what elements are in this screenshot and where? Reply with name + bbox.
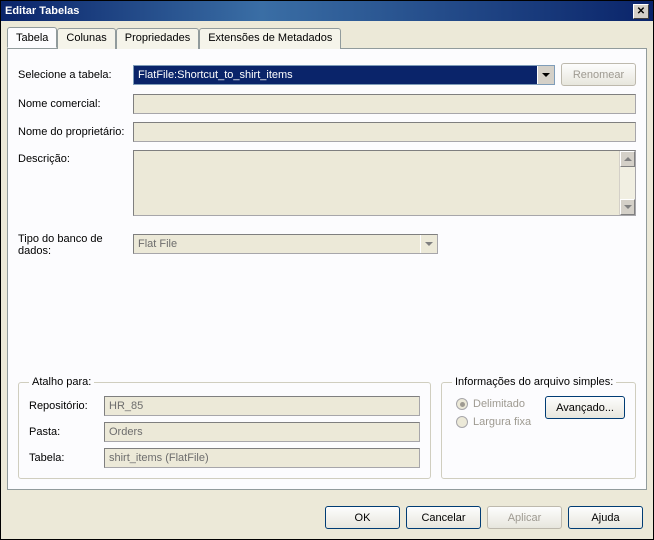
row-business-name: Nome comercial: — [18, 94, 636, 114]
select-table-dropdown[interactable]: FlatFile:Shortcut_to_shirt_items — [133, 65, 555, 85]
owner-label: Nome do proprietário: — [18, 126, 133, 138]
radio-icon — [456, 398, 468, 410]
radio-label: Largura fixa — [473, 416, 531, 428]
radio-delimited: Delimitado — [456, 398, 539, 410]
cancel-button[interactable]: Cancelar — [406, 506, 481, 529]
tab-tabela[interactable]: Tabela — [7, 27, 57, 48]
folder-field: Orders — [104, 422, 420, 442]
titlebar: Editar Tabelas ✕ — [1, 1, 653, 21]
chevron-down-icon — [624, 205, 632, 209]
dropdown-button[interactable] — [537, 66, 554, 84]
help-button[interactable]: Ajuda — [568, 506, 643, 529]
row-folder: Pasta: Orders — [29, 422, 420, 442]
tab-label: Colunas — [66, 32, 106, 44]
tab-panel-tabela: Selecione a tabela: FlatFile:Shortcut_to… — [7, 48, 647, 490]
select-table-label: Selecione a tabela: — [18, 69, 133, 81]
db-type-label: Tipo do banco de dados: — [18, 230, 133, 257]
close-button[interactable]: ✕ — [633, 4, 649, 19]
dropdown-button — [420, 235, 437, 253]
db-type-value: Flat File — [134, 238, 420, 250]
button-label: OK — [355, 512, 371, 524]
repo-label: Repositório: — [29, 400, 104, 412]
chevron-down-icon — [542, 73, 550, 77]
row-repo: Repositório: HR_85 — [29, 396, 420, 416]
close-icon: ✕ — [637, 6, 645, 17]
fileinfo-group: Informações do arquivo simples: Delimita… — [441, 376, 636, 479]
db-type-dropdown: Flat File — [133, 234, 438, 254]
table-field: shirt_items (FlatFile) — [104, 448, 420, 468]
tab-strip: Tabela Colunas Propriedades Extensões de… — [7, 27, 647, 48]
description-label: Descrição: — [18, 150, 133, 165]
owner-field[interactable] — [133, 122, 636, 142]
row-description: Descrição: — [18, 150, 636, 216]
row-db-type: Tipo do banco de dados: Flat File — [18, 230, 636, 257]
spacer — [18, 265, 636, 376]
tab-colunas[interactable]: Colunas — [57, 28, 115, 49]
button-label: Renomear — [573, 69, 624, 81]
business-name-label: Nome comercial: — [18, 98, 133, 110]
footer: OK Cancelar Aplicar Ajuda — [1, 496, 653, 539]
select-table-value: FlatFile:Shortcut_to_shirt_items — [134, 66, 537, 84]
radio-icon — [456, 416, 468, 428]
shortcut-group: Atalho para: Repositório: HR_85 Pasta: O… — [18, 376, 431, 479]
business-name-field[interactable] — [133, 94, 636, 114]
button-label: Avançado... — [556, 402, 614, 414]
scrollbar[interactable] — [619, 151, 635, 215]
description-field[interactable] — [133, 150, 636, 216]
radios: Delimitado Largura fixa — [452, 396, 539, 428]
radio-label: Delimitado — [473, 398, 525, 410]
button-label: Cancelar — [421, 512, 465, 524]
table-label: Tabela: — [29, 452, 104, 464]
fileinfo-legend: Informações do arquivo simples: — [452, 376, 616, 388]
tab-label: Propriedades — [125, 32, 190, 44]
rename-button: Renomear — [561, 63, 636, 86]
apply-button: Aplicar — [487, 506, 562, 529]
button-label: Aplicar — [508, 512, 542, 524]
repo-field: HR_85 — [104, 396, 420, 416]
folder-label: Pasta: — [29, 426, 104, 438]
scroll-down-button[interactable] — [620, 199, 635, 215]
bottom-area: Atalho para: Repositório: HR_85 Pasta: O… — [18, 376, 636, 479]
tab-propriedades[interactable]: Propriedades — [116, 28, 199, 49]
scroll-up-button[interactable] — [620, 151, 635, 167]
tab-extensoes[interactable]: Extensões de Metadados — [199, 28, 341, 49]
chevron-down-icon — [425, 242, 433, 246]
row-table: Tabela: shirt_items (FlatFile) — [29, 448, 420, 468]
row-select-table: Selecione a tabela: FlatFile:Shortcut_to… — [18, 63, 636, 86]
row-owner: Nome do proprietário: — [18, 122, 636, 142]
dialog-window: Editar Tabelas ✕ Tabela Colunas Propried… — [0, 0, 654, 540]
radio-fixed: Largura fixa — [456, 416, 539, 428]
content: Tabela Colunas Propriedades Extensões de… — [1, 21, 653, 496]
shortcut-legend: Atalho para: — [29, 376, 94, 388]
advanced-button[interactable]: Avançado... — [545, 396, 625, 419]
tab-label: Extensões de Metadados — [208, 32, 332, 44]
chevron-up-icon — [624, 157, 632, 161]
window-title: Editar Tabelas — [5, 5, 633, 17]
advanced-row: Avançado... — [545, 396, 625, 419]
tab-label: Tabela — [16, 32, 48, 44]
ok-button[interactable]: OK — [325, 506, 400, 529]
button-label: Ajuda — [591, 512, 619, 524]
